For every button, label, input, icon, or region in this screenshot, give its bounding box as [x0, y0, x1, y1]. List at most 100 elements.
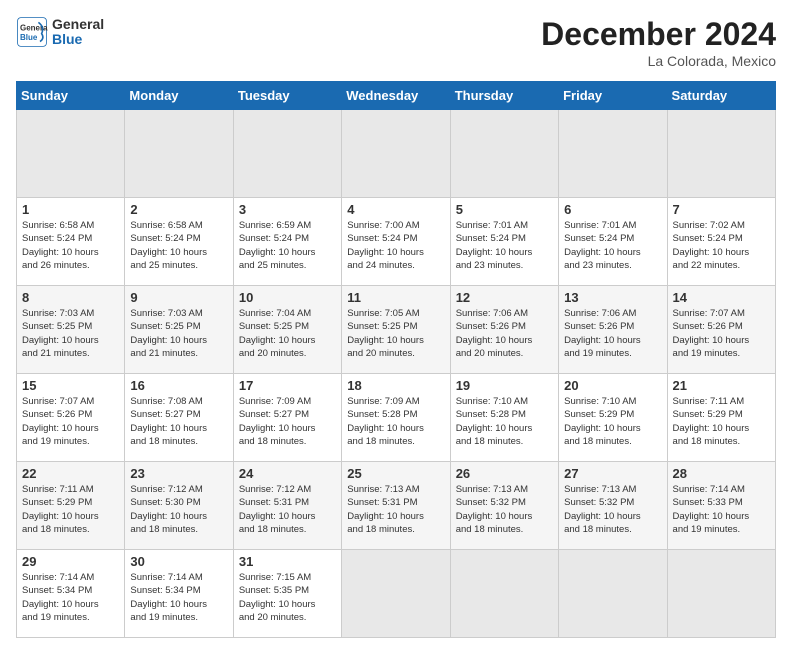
week-row-1 — [17, 110, 776, 198]
day-info: Sunrise: 7:14 AM Sunset: 5:34 PM Dayligh… — [130, 571, 227, 624]
col-header-wednesday: Wednesday — [342, 82, 450, 110]
col-header-tuesday: Tuesday — [233, 82, 341, 110]
col-header-friday: Friday — [559, 82, 667, 110]
day-cell: 5 Sunrise: 7:01 AM Sunset: 5:24 PM Daylig… — [450, 198, 558, 286]
day-number: 14 — [673, 290, 770, 305]
day-info: Sunrise: 6:58 AM Sunset: 5:24 PM Dayligh… — [130, 219, 227, 272]
week-row-2: 1Sunrise: 6:58 AM Sunset: 5:24 PM Daylig… — [17, 198, 776, 286]
day-cell — [233, 110, 341, 198]
day-info: Sunrise: 7:04 AM Sunset: 5:25 PM Dayligh… — [239, 307, 336, 360]
day-number: 13 — [564, 290, 661, 305]
title-area: December 2024 La Colorada, Mexico — [541, 16, 776, 69]
day-cell: 9Sunrise: 7:03 AM Sunset: 5:25 PM Daylig… — [125, 286, 233, 374]
day-cell: 27 Sunrise: 7:13 AM Sunset: 5:32 PM Dayli… — [559, 462, 667, 550]
day-number: 11 — [347, 290, 444, 305]
day-number: 3 — [239, 202, 336, 217]
day-cell — [559, 110, 667, 198]
header-row: SundayMondayTuesdayWednesdayThursdayFrid… — [17, 82, 776, 110]
day-cell: 28 Sunrise: 7:14 AM Sunset: 5:33 PM Dayli… — [667, 462, 775, 550]
day-info: Sunrise: 6:58 AM Sunset: 5:24 PM Dayligh… — [22, 219, 119, 272]
day-cell: 24Sunrise: 7:12 AM Sunset: 5:31 PM Dayli… — [233, 462, 341, 550]
day-info: Sunrise: 7:12 AM Sunset: 5:30 PM Dayligh… — [130, 483, 227, 536]
day-number: 4 — [347, 202, 444, 217]
day-info: Sunrise: 7:09 AM Sunset: 5:27 PM Dayligh… — [239, 395, 336, 448]
day-number: 31 — [239, 554, 336, 569]
day-info: Sunrise: 7:06 AM Sunset: 5:26 PM Dayligh… — [456, 307, 553, 360]
day-number: 19 — [456, 378, 553, 393]
day-cell: 22Sunrise: 7:11 AM Sunset: 5:29 PM Dayli… — [17, 462, 125, 550]
day-number: 7 — [673, 202, 770, 217]
day-cell: 6 Sunrise: 7:01 AM Sunset: 5:24 PM Daylig… — [559, 198, 667, 286]
day-number: 27 — [564, 466, 661, 481]
logo-blue: Blue — [52, 32, 104, 47]
day-cell: 13 Sunrise: 7:06 AM Sunset: 5:26 PM Dayli… — [559, 286, 667, 374]
day-cell — [559, 550, 667, 638]
day-cell: 8 Sunrise: 7:03 AM Sunset: 5:25 PM Daylig… — [17, 286, 125, 374]
col-header-thursday: Thursday — [450, 82, 558, 110]
col-header-monday: Monday — [125, 82, 233, 110]
day-number: 6 — [564, 202, 661, 217]
day-info: Sunrise: 7:15 AM Sunset: 5:35 PM Dayligh… — [239, 571, 336, 624]
svg-text:Blue: Blue — [20, 33, 38, 42]
day-number: 20 — [564, 378, 661, 393]
calendar-body: 1Sunrise: 6:58 AM Sunset: 5:24 PM Daylig… — [17, 110, 776, 638]
day-info: Sunrise: 7:14 AM Sunset: 5:34 PM Dayligh… — [22, 571, 119, 624]
day-number: 26 — [456, 466, 553, 481]
day-info: Sunrise: 7:09 AM Sunset: 5:28 PM Dayligh… — [347, 395, 444, 448]
day-info: Sunrise: 7:06 AM Sunset: 5:26 PM Dayligh… — [564, 307, 661, 360]
day-cell — [667, 550, 775, 638]
day-number: 2 — [130, 202, 227, 217]
day-number: 5 — [456, 202, 553, 217]
day-number: 9 — [130, 290, 227, 305]
day-info: Sunrise: 7:11 AM Sunset: 5:29 PM Dayligh… — [673, 395, 770, 448]
header: General Blue General Blue December 2024 … — [16, 16, 776, 69]
day-info: Sunrise: 7:02 AM Sunset: 5:24 PM Dayligh… — [673, 219, 770, 272]
day-cell: 21 Sunrise: 7:11 AM Sunset: 5:29 PM Dayli… — [667, 374, 775, 462]
day-cell — [450, 550, 558, 638]
day-number: 29 — [22, 554, 119, 569]
day-info: Sunrise: 7:13 AM Sunset: 5:32 PM Dayligh… — [564, 483, 661, 536]
day-number: 15 — [22, 378, 119, 393]
day-cell — [125, 110, 233, 198]
day-info: Sunrise: 7:00 AM Sunset: 5:24 PM Dayligh… — [347, 219, 444, 272]
day-number: 18 — [347, 378, 444, 393]
logo-general: General — [52, 17, 104, 32]
location: La Colorada, Mexico — [541, 53, 776, 69]
logo-icon: General Blue — [16, 16, 48, 48]
day-number: 10 — [239, 290, 336, 305]
calendar-table: SundayMondayTuesdayWednesdayThursdayFrid… — [16, 81, 776, 638]
day-number: 25 — [347, 466, 444, 481]
day-number: 23 — [130, 466, 227, 481]
day-info: Sunrise: 7:07 AM Sunset: 5:26 PM Dayligh… — [22, 395, 119, 448]
day-cell: 7 Sunrise: 7:02 AM Sunset: 5:24 PM Daylig… — [667, 198, 775, 286]
day-cell: 29 Sunrise: 7:14 AM Sunset: 5:34 PM Dayli… — [17, 550, 125, 638]
day-cell — [667, 110, 775, 198]
day-cell: 12 Sunrise: 7:06 AM Sunset: 5:26 PM Dayli… — [450, 286, 558, 374]
day-cell: 31 Sunrise: 7:15 AM Sunset: 5:35 PM Dayli… — [233, 550, 341, 638]
day-number: 12 — [456, 290, 553, 305]
day-cell: 26Sunrise: 7:13 AM Sunset: 5:32 PM Dayli… — [450, 462, 558, 550]
day-cell — [342, 550, 450, 638]
day-info: Sunrise: 7:05 AM Sunset: 5:25 PM Dayligh… — [347, 307, 444, 360]
day-cell — [17, 110, 125, 198]
svg-text:General: General — [20, 23, 48, 32]
week-row-3: 8 Sunrise: 7:03 AM Sunset: 5:25 PM Daylig… — [17, 286, 776, 374]
col-header-saturday: Saturday — [667, 82, 775, 110]
day-cell: 30Sunrise: 7:14 AM Sunset: 5:34 PM Dayli… — [125, 550, 233, 638]
day-cell: 18 Sunrise: 7:09 AM Sunset: 5:28 PM Dayli… — [342, 374, 450, 462]
day-cell: 15 Sunrise: 7:07 AM Sunset: 5:26 PM Dayli… — [17, 374, 125, 462]
day-number: 28 — [673, 466, 770, 481]
day-cell: 1Sunrise: 6:58 AM Sunset: 5:24 PM Daylig… — [17, 198, 125, 286]
day-info: Sunrise: 7:14 AM Sunset: 5:33 PM Dayligh… — [673, 483, 770, 536]
day-info: Sunrise: 7:13 AM Sunset: 5:31 PM Dayligh… — [347, 483, 444, 536]
day-info: Sunrise: 7:01 AM Sunset: 5:24 PM Dayligh… — [456, 219, 553, 272]
day-cell: 3Sunrise: 6:59 AM Sunset: 5:24 PM Daylig… — [233, 198, 341, 286]
day-cell: 20Sunrise: 7:10 AM Sunset: 5:29 PM Dayli… — [559, 374, 667, 462]
day-number: 24 — [239, 466, 336, 481]
day-cell: 10 Sunrise: 7:04 AM Sunset: 5:25 PM Dayli… — [233, 286, 341, 374]
day-info: Sunrise: 7:01 AM Sunset: 5:24 PM Dayligh… — [564, 219, 661, 272]
day-info: Sunrise: 7:03 AM Sunset: 5:25 PM Dayligh… — [22, 307, 119, 360]
week-row-6: 29 Sunrise: 7:14 AM Sunset: 5:34 PM Dayli… — [17, 550, 776, 638]
day-number: 8 — [22, 290, 119, 305]
day-number: 21 — [673, 378, 770, 393]
